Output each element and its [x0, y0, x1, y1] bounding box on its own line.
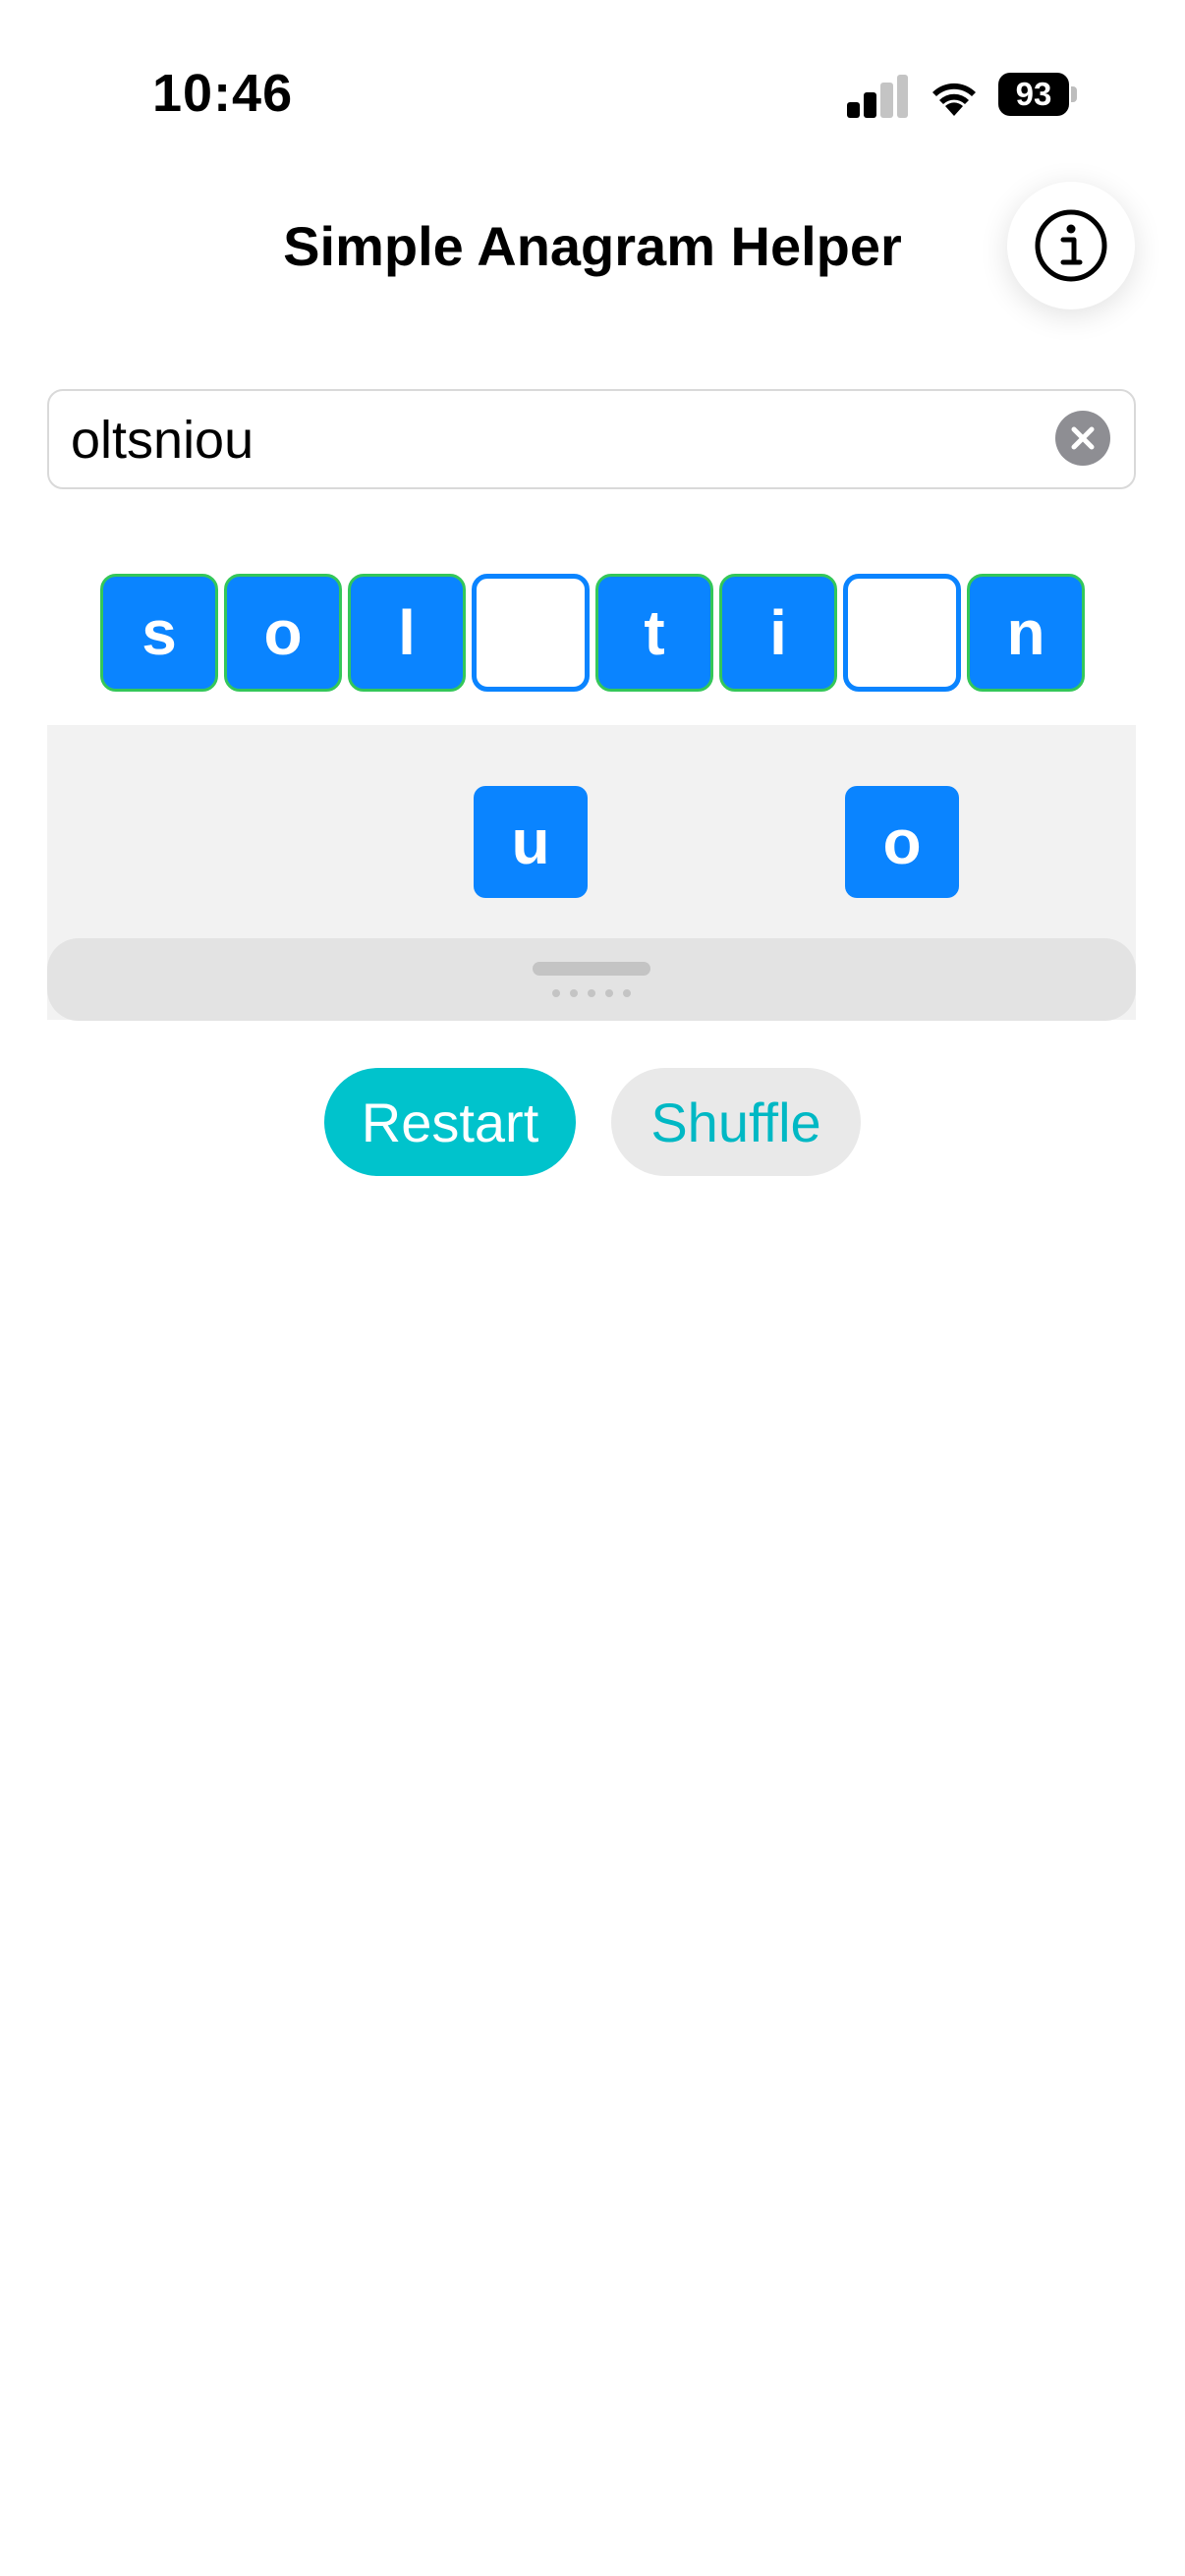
answer-slot-empty[interactable]: [472, 574, 590, 692]
cellular-signal-icon: [847, 75, 908, 118]
letters-input-container: [47, 389, 1136, 489]
answer-slot-tile[interactable]: t: [595, 574, 713, 692]
grabber-dots: [552, 989, 631, 999]
tray-drag-handle[interactable]: [47, 938, 1136, 1021]
grabber-bar: [533, 962, 650, 976]
answer-slot-tile[interactable]: i: [719, 574, 837, 692]
letters-input[interactable]: [69, 391, 1036, 489]
restart-button[interactable]: Restart: [324, 1068, 576, 1176]
answer-slot-tile[interactable]: l: [348, 574, 466, 692]
answer-slot-tile[interactable]: s: [100, 574, 218, 692]
clear-icon: [1071, 426, 1095, 450]
shuffle-button[interactable]: Shuffle: [611, 1068, 861, 1176]
answer-slot-tile[interactable]: n: [967, 574, 1085, 692]
info-button[interactable]: [1007, 182, 1135, 309]
tray-letter-tile[interactable]: u: [474, 786, 588, 898]
battery-indicator: 93: [998, 73, 1077, 116]
answer-slot-tile[interactable]: o: [224, 574, 342, 692]
tray-letter-tile[interactable]: o: [845, 786, 959, 898]
clear-input-button[interactable]: [1055, 411, 1110, 466]
battery-level: 93: [998, 73, 1069, 116]
wifi-icon: [928, 73, 981, 116]
status-time: 10:46: [152, 64, 294, 123]
answer-slot-empty[interactable]: [843, 574, 961, 692]
info-icon: [1035, 209, 1107, 282]
